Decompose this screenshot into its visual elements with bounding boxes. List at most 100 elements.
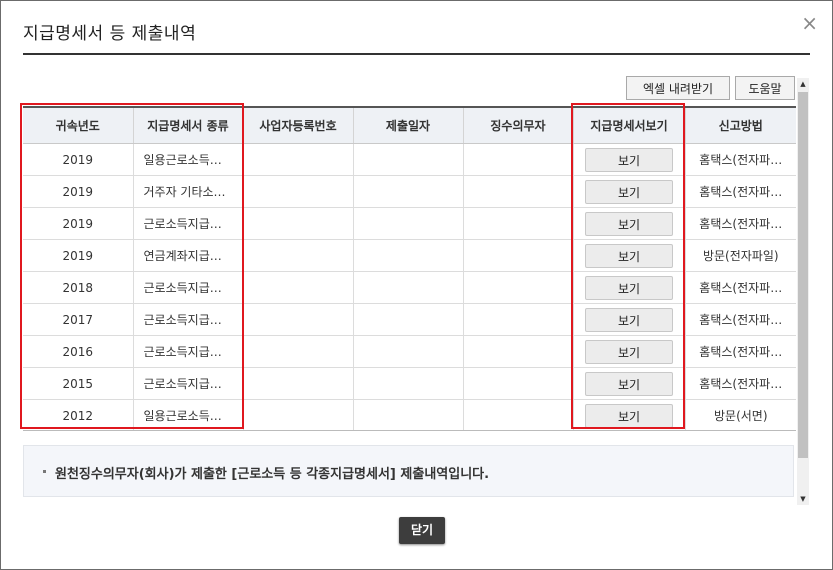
notice-text: 원천징수의무자(회사)가 제출한 [근로소득 등 각종지급명세서] 제출내역입니… xyxy=(55,467,490,482)
view-button[interactable]: 보기 xyxy=(585,307,673,332)
help-button[interactable]: 도움말 xyxy=(735,76,795,100)
cell-payer xyxy=(463,367,574,400)
cell-method: 방문(서면) xyxy=(685,399,796,430)
header-method: 신고방법 xyxy=(685,108,796,144)
close-button[interactable]: 닫기 xyxy=(399,517,445,544)
vertical-scrollbar[interactable]: ▲ ▼ xyxy=(797,78,809,505)
cell-date xyxy=(353,303,464,336)
cell-payer xyxy=(463,239,574,272)
view-button[interactable]: 보기 xyxy=(585,211,673,236)
cell-payer xyxy=(463,335,574,368)
cell-biz-no xyxy=(243,271,354,304)
cell-type: 근로소득지급… xyxy=(133,207,244,240)
cell-year: 2018 xyxy=(23,271,134,304)
table-row: 2019 연금계좌지급… 보기 방문(전자파일) xyxy=(23,239,796,272)
cell-payer xyxy=(463,271,574,304)
cell-type: 근로소득지급… xyxy=(133,367,244,400)
table-row: 2019 거주자 기타소… 보기 홈택스(전자파… xyxy=(23,175,796,208)
cell-type: 거주자 기타소… xyxy=(133,175,244,208)
table-row: 2017 근로소득지급… 보기 홈택스(전자파… xyxy=(23,303,796,336)
cell-year: 2017 xyxy=(23,303,134,336)
notice-box: 원천징수의무자(회사)가 제출한 [근로소득 등 각종지급명세서] 제출내역입니… xyxy=(23,445,794,497)
header-date: 제출일자 xyxy=(353,108,464,144)
cell-biz-no xyxy=(243,143,354,176)
dialog-title: 지급명세서 등 제출내역 xyxy=(23,24,197,44)
cell-date xyxy=(353,239,464,272)
cell-year: 2019 xyxy=(23,239,134,272)
cell-year: 2019 xyxy=(23,207,134,240)
cell-year: 2012 xyxy=(23,399,134,430)
cell-type: 근로소득지급… xyxy=(133,271,244,304)
cell-date xyxy=(353,207,464,240)
close-icon[interactable]: × xyxy=(801,13,818,33)
cell-payer xyxy=(463,303,574,336)
cell-payer xyxy=(463,143,574,176)
cell-view: 보기 xyxy=(573,239,686,272)
cell-biz-no xyxy=(243,367,354,400)
cell-view: 보기 xyxy=(573,335,686,368)
cell-type: 일용근로소득… xyxy=(133,143,244,176)
cell-method: 방문(전자파일) xyxy=(685,239,796,272)
cell-year: 2016 xyxy=(23,335,134,368)
view-button[interactable]: 보기 xyxy=(585,339,673,364)
header-type: 지급명세서 종류 xyxy=(133,108,244,144)
scroll-thumb[interactable] xyxy=(798,92,808,458)
table-row: 2012 일용근로소득… 보기 방문(서면) xyxy=(23,399,796,430)
excel-download-button[interactable]: 엑셀 내려받기 xyxy=(626,76,730,100)
cell-date xyxy=(353,399,464,430)
cell-date xyxy=(353,271,464,304)
view-button[interactable]: 보기 xyxy=(585,147,673,172)
cell-view: 보기 xyxy=(573,271,686,304)
cell-view: 보기 xyxy=(573,303,686,336)
header-view: 지급명세서보기 xyxy=(573,108,686,144)
scroll-up-arrow-icon[interactable]: ▲ xyxy=(797,78,809,90)
cell-payer xyxy=(463,399,574,430)
cell-view: 보기 xyxy=(573,399,686,430)
title-divider xyxy=(23,53,810,55)
bullet-icon xyxy=(43,470,46,473)
cell-biz-no xyxy=(243,239,354,272)
cell-view: 보기 xyxy=(573,207,686,240)
cell-biz-no xyxy=(243,207,354,240)
view-button[interactable]: 보기 xyxy=(585,243,673,268)
cell-view: 보기 xyxy=(573,175,686,208)
cell-biz-no xyxy=(243,175,354,208)
cell-date xyxy=(353,367,464,400)
dialog: 지급명세서 등 제출내역 × 엑셀 내려받기 도움말 귀속년도 지급명세서 종류… xyxy=(0,0,833,570)
cell-year: 2019 xyxy=(23,143,134,176)
header-payer: 징수의무자 xyxy=(463,108,574,144)
cell-view: 보기 xyxy=(573,143,686,176)
submission-table: 귀속년도 지급명세서 종류 사업자등록번호 제출일자 징수의무자 지급명세서보기… xyxy=(23,108,796,430)
cell-payer xyxy=(463,175,574,208)
cell-biz-no xyxy=(243,399,354,430)
cell-method: 홈택스(전자파… xyxy=(685,143,796,176)
view-button[interactable]: 보기 xyxy=(585,371,673,396)
table-row: 2016 근로소득지급… 보기 홈택스(전자파… xyxy=(23,335,796,368)
table-row: 2015 근로소득지급… 보기 홈택스(전자파… xyxy=(23,367,796,400)
cell-biz-no xyxy=(243,335,354,368)
cell-view: 보기 xyxy=(573,367,686,400)
cell-payer xyxy=(463,207,574,240)
cell-date xyxy=(353,335,464,368)
view-button[interactable]: 보기 xyxy=(585,179,673,204)
scroll-down-arrow-icon[interactable]: ▼ xyxy=(797,493,809,505)
view-button[interactable]: 보기 xyxy=(585,403,673,428)
cell-date xyxy=(353,143,464,176)
cell-type: 일용근로소득… xyxy=(133,399,244,430)
cell-biz-no xyxy=(243,303,354,336)
cell-method: 홈택스(전자파… xyxy=(685,367,796,400)
cell-method: 홈택스(전자파… xyxy=(685,271,796,304)
cell-method: 홈택스(전자파… xyxy=(685,303,796,336)
cell-type: 연금계좌지급… xyxy=(133,239,244,272)
header-year: 귀속년도 xyxy=(23,108,134,144)
view-button[interactable]: 보기 xyxy=(585,275,673,300)
header-biz-no: 사업자등록번호 xyxy=(243,108,354,144)
table-row: 2018 근로소득지급… 보기 홈택스(전자파… xyxy=(23,271,796,304)
cell-method: 홈택스(전자파… xyxy=(685,207,796,240)
table-header-row: 귀속년도 지급명세서 종류 사업자등록번호 제출일자 징수의무자 지급명세서보기… xyxy=(23,108,796,144)
cell-year: 2019 xyxy=(23,175,134,208)
submission-table-container: 귀속년도 지급명세서 종류 사업자등록번호 제출일자 징수의무자 지급명세서보기… xyxy=(23,106,796,431)
cell-type: 근로소득지급… xyxy=(133,303,244,336)
table-row: 2019 근로소득지급… 보기 홈택스(전자파… xyxy=(23,207,796,240)
cell-method: 홈택스(전자파… xyxy=(685,335,796,368)
